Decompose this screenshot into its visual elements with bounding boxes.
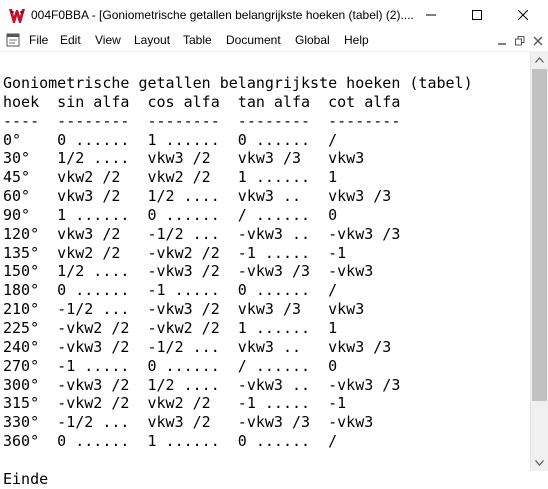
table-row: 300° -vkw3 /2 1/2 .... -vkw3 .. -vkw3 /3 <box>3 375 401 394</box>
title-bar[interactable]: 004F0BBA - [Goniometrische getallen bela… <box>0 0 548 31</box>
mdi-close-icon <box>533 36 543 46</box>
document-area[interactable]: Goniometrische getallen belangrijkste ho… <box>0 51 530 488</box>
window-title: 004F0BBA - [Goniometrische getallen bela… <box>31 8 414 22</box>
menu-table[interactable]: Table <box>183 30 212 51</box>
doc-footer-line: Einde <box>3 469 49 488</box>
table-row: 360° 0 ...... 1 ...... 0 ...... / <box>3 432 338 451</box>
vertical-scrollbar[interactable] <box>530 51 548 471</box>
menu-global[interactable]: Global <box>295 30 330 51</box>
table-row: 330° -1/2 ... vkw3 /2 -vkw3 /3 -vkw3 <box>3 413 374 432</box>
menu-edit[interactable]: Edit <box>60 30 81 51</box>
table-separator-line: ---- -------- -------- -------- -------- <box>3 111 401 130</box>
table-row: 45° vkw2 /2 vkw2 /2 1 ...... 1 <box>3 168 338 187</box>
mdi-close-button[interactable] <box>530 33 546 49</box>
scroll-up-arrow-icon <box>535 56 544 63</box>
wordperfect-logo-icon <box>8 7 26 25</box>
mdi-restore-icon <box>515 36 525 46</box>
minimize-button[interactable] <box>408 0 454 30</box>
scrollbar-thumb[interactable] <box>532 69 547 401</box>
document-icon[interactable] <box>6 33 20 47</box>
table-row: 135° vkw2 /2 -vkw2 /2 -1 ..... -1 <box>3 243 347 262</box>
table-row: 210° -1/2 ... -vkw3 /2 vkw3 /3 vkw3 <box>3 300 365 319</box>
scroll-down-arrow-icon <box>535 459 544 466</box>
close-icon <box>518 10 528 20</box>
table-row: 90° 1 ...... 0 ...... / ...... 0 <box>3 205 338 224</box>
menu-view[interactable]: View <box>95 30 121 51</box>
document-text[interactable]: Goniometrische getallen belangrijkste ho… <box>3 74 473 489</box>
table-row: 270° -1 ..... 0 ...... / ...... 0 <box>3 356 338 375</box>
table-row: 0° 0 ...... 1 ...... 0 ...... / <box>3 130 338 149</box>
table-row: 120° vkw3 /2 -1/2 ... -vkw3 .. -vkw3 /3 <box>3 224 401 243</box>
menu-layout[interactable]: Layout <box>134 30 170 51</box>
menu-document[interactable]: Document <box>226 30 281 51</box>
table-row: 315° -vkw2 /2 vkw2 /2 -1 ..... -1 <box>3 394 347 413</box>
table-row: 240° -vkw3 /2 -1/2 ... vkw3 .. vkw3 /3 <box>3 337 392 356</box>
close-button[interactable] <box>500 0 546 30</box>
table-row: 180° 0 ...... -1 ..... 0 ...... / <box>3 281 338 300</box>
doc-title-line: Goniometrische getallen belangrijkste ho… <box>3 74 473 92</box>
menu-bar: File Edit View Layout Table Document Glo… <box>0 30 548 51</box>
maximize-icon <box>472 10 482 20</box>
mdi-minimize-button[interactable] <box>494 33 510 49</box>
table-header-line: hoek sin alfa cos alfa tan alfa cot alfa <box>3 92 401 111</box>
table-row: 225° -vkw2 /2 -vkw2 /2 1 ...... 1 <box>3 318 338 337</box>
maximize-button[interactable] <box>454 0 500 30</box>
mdi-minimize-icon <box>498 43 506 45</box>
table-row: 30° 1/2 .... vkw3 /2 vkw3 /3 vkw3 <box>3 149 365 168</box>
table-row: 150° 1/2 .... -vkw3 /2 -vkw3 /3 -vkw3 <box>3 262 374 281</box>
scroll-up-button[interactable] <box>531 51 548 68</box>
menu-help[interactable]: Help <box>344 30 369 51</box>
minimize-icon <box>426 14 436 16</box>
scroll-down-button[interactable] <box>531 454 548 471</box>
mdi-restore-button[interactable] <box>512 33 528 49</box>
table-row: 60° vkw3 /2 1/2 .... vkw3 .. vkw3 /3 <box>3 187 392 206</box>
menu-file[interactable]: File <box>29 30 48 51</box>
